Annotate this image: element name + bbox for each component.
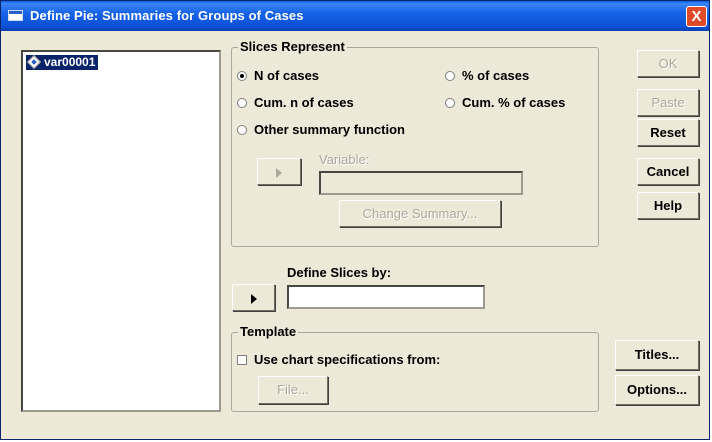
ok-button[interactable]: OK bbox=[637, 50, 699, 77]
radio-cum-percent-of-cases[interactable]: Cum. % of cases bbox=[445, 95, 565, 110]
options-button[interactable]: Options... bbox=[615, 375, 699, 405]
define-pie-dialog: Define Pie: Summaries for Groups of Case… bbox=[0, 0, 710, 440]
radio-button[interactable] bbox=[237, 70, 247, 81]
scale-variable-icon bbox=[26, 54, 42, 70]
change-summary-button[interactable]: Change Summary... bbox=[339, 200, 501, 227]
radio-other-summary-function[interactable]: Other summary function bbox=[237, 122, 405, 137]
file-button[interactable]: File... bbox=[258, 376, 328, 404]
radio-percent-of-cases[interactable]: % of cases bbox=[445, 68, 529, 83]
variable-item-var00001[interactable]: var00001 bbox=[26, 54, 99, 70]
radio-label: Cum. % of cases bbox=[462, 95, 566, 110]
reset-button[interactable]: Reset bbox=[637, 119, 699, 146]
close-button[interactable]: X bbox=[686, 6, 707, 27]
right-arrow-icon bbox=[276, 168, 282, 178]
titles-button[interactable]: Titles... bbox=[615, 340, 699, 370]
paste-button[interactable]: Paste bbox=[637, 89, 699, 116]
define-slices-label: Define Slices by: bbox=[287, 265, 392, 280]
radio-button[interactable] bbox=[237, 97, 247, 108]
variable-label: Variable: bbox=[319, 152, 370, 167]
use-chart-spec-label: Use chart specifications from: bbox=[254, 352, 441, 367]
radio-n-of-cases[interactable]: N of cases bbox=[237, 68, 319, 83]
right-arrow-icon bbox=[250, 294, 257, 304]
radio-button[interactable] bbox=[445, 70, 455, 81]
define-slices-field[interactable] bbox=[287, 285, 485, 309]
use-chart-spec-checkbox[interactable] bbox=[237, 354, 247, 365]
title-bar[interactable]: Define Pie: Summaries for Groups of Case… bbox=[1, 1, 709, 31]
slices-represent-legend: Slices Represent bbox=[238, 39, 347, 54]
radio-cum-n-of-cases[interactable]: Cum. n of cases bbox=[237, 95, 354, 110]
radio-label: Cum. n of cases bbox=[254, 95, 354, 110]
variable-field[interactable] bbox=[319, 171, 523, 195]
cancel-button[interactable]: Cancel bbox=[637, 158, 699, 185]
radio-button[interactable] bbox=[237, 124, 247, 135]
radio-button[interactable] bbox=[445, 97, 455, 108]
variable-transfer-button[interactable] bbox=[257, 158, 301, 185]
window-icon bbox=[8, 10, 23, 21]
define-slices-transfer-button[interactable] bbox=[232, 284, 275, 311]
template-legend: Template bbox=[238, 324, 299, 339]
variable-item-label: var00001 bbox=[44, 55, 96, 69]
help-button[interactable]: Help bbox=[637, 192, 699, 219]
radio-label: Other summary function bbox=[254, 122, 405, 137]
use-chart-spec-checkbox-row[interactable]: Use chart specifications from: bbox=[237, 352, 440, 367]
variable-list[interactable]: var00001 bbox=[21, 50, 221, 412]
radio-label: N of cases bbox=[254, 68, 320, 83]
radio-label: % of cases bbox=[462, 68, 530, 83]
window-title: Define Pie: Summaries for Groups of Case… bbox=[30, 8, 304, 23]
